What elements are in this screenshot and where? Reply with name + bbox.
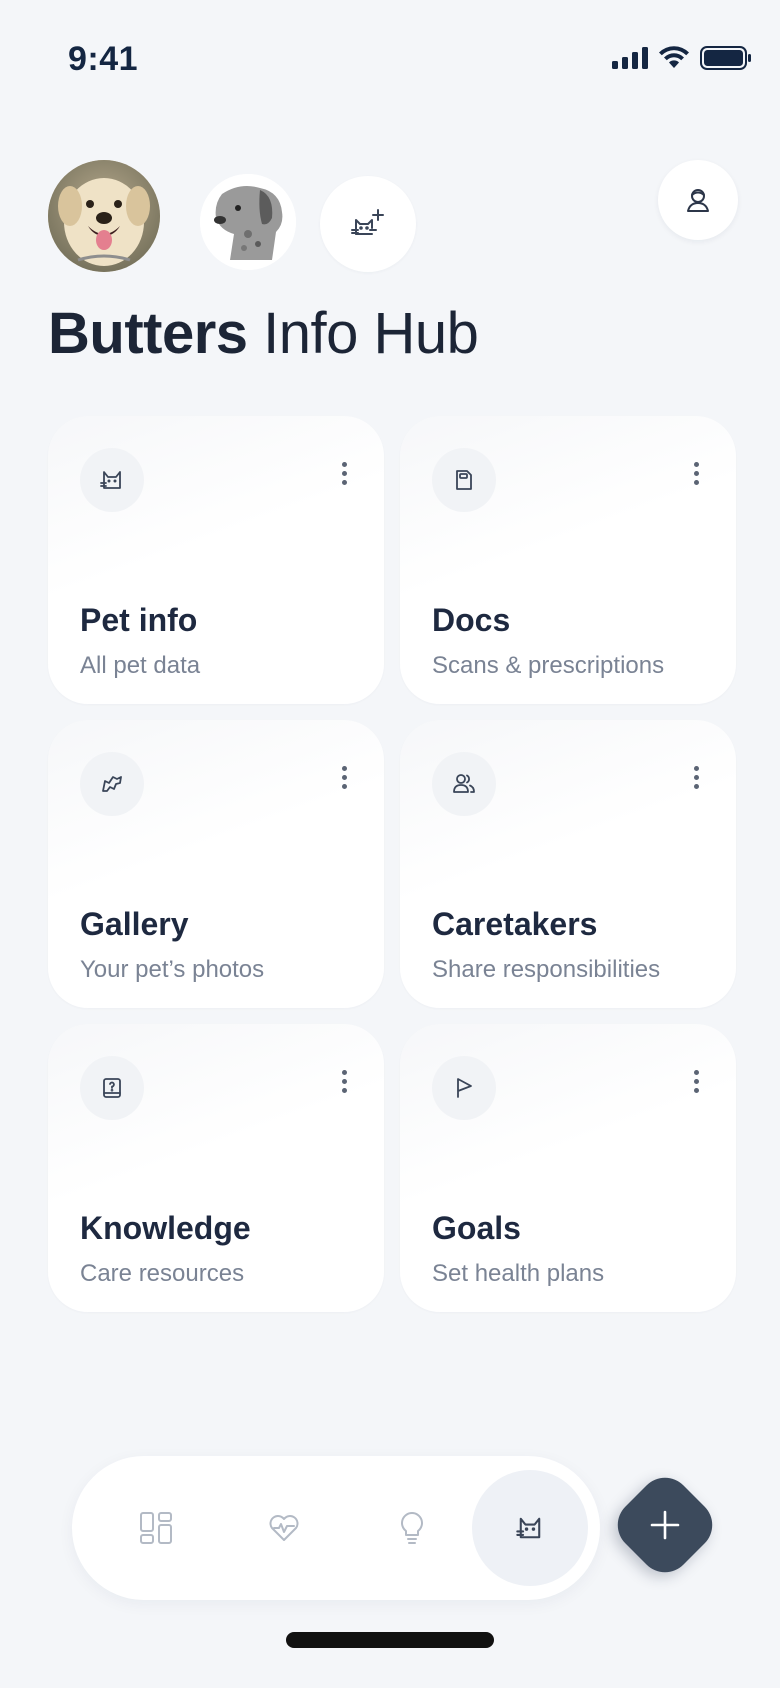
cat-plus-icon [351, 209, 384, 235]
card-docs[interactable]: Docs Scans & prescriptions [400, 416, 736, 704]
card-subtitle: Your pet’s photos [80, 956, 265, 983]
dashboard-icon [140, 1512, 172, 1544]
card-menu-button[interactable] [686, 460, 706, 500]
card-menu-button[interactable] [334, 460, 354, 500]
battery-icon [700, 46, 751, 70]
card-title: Knowledge [80, 1210, 251, 1246]
page-title-pet-name: Butters [48, 301, 248, 366]
card-menu-button[interactable] [686, 764, 706, 804]
status-time: 9:41 [68, 40, 139, 78]
card-caretakers[interactable]: Caretakers Share responsibilities [400, 720, 736, 1008]
page-title-suffix: Info Hub [263, 301, 479, 366]
book-question-icon [103, 1078, 121, 1098]
lightbulb-icon [401, 1512, 423, 1544]
status-bar: 9:41 [0, 0, 780, 124]
card-goals[interactable]: Goals Set health plans [400, 1024, 736, 1312]
pet-avatar-second[interactable] [200, 174, 296, 270]
nav-item-dashboard[interactable] [98, 1470, 214, 1586]
add-fab-button[interactable] [607, 1467, 723, 1583]
card-menu-button[interactable] [686, 1068, 706, 1108]
card-menu-button[interactable] [334, 1068, 354, 1108]
card-icon-container [80, 752, 144, 816]
card-icon-container [432, 1056, 496, 1120]
bottom-nav [72, 1456, 600, 1600]
card-subtitle: Share responsibilities [432, 956, 661, 983]
wifi-icon [659, 46, 689, 68]
nav-item-pet[interactable] [472, 1470, 588, 1586]
heart-pulse-icon [269, 1515, 299, 1541]
cat-icon [516, 1517, 541, 1539]
page-title: Butters Info Hub [48, 300, 479, 367]
dog-icon [102, 776, 122, 792]
card-icon-container [80, 448, 144, 512]
card-icon-container [432, 752, 496, 816]
home-indicator [286, 1632, 494, 1648]
pet-avatar-butters[interactable] [48, 160, 160, 272]
card-title: Pet info [80, 602, 198, 638]
document-icon [456, 470, 472, 490]
card-subtitle: All pet data [80, 652, 201, 679]
card-title: Docs [432, 602, 511, 638]
card-pet-info[interactable]: Pet info All pet data [48, 416, 384, 704]
signal-icon [612, 47, 648, 69]
labrador-photo [48, 160, 160, 272]
pets-row [48, 160, 738, 280]
card-icon-container [432, 448, 496, 512]
card-subtitle: Scans & prescriptions [432, 652, 665, 679]
card-title: Caretakers [432, 906, 598, 942]
cat-icon [100, 471, 121, 489]
add-pet-button[interactable] [320, 176, 416, 272]
plus-icon [650, 1510, 680, 1540]
card-title: Gallery [80, 906, 189, 942]
card-knowledge[interactable]: Knowledge Care resources [48, 1024, 384, 1312]
flag-icon [457, 1078, 472, 1098]
status-icons [612, 46, 752, 70]
card-gallery[interactable]: Gallery Your pet’s photos [48, 720, 384, 1008]
nav-item-tips[interactable] [354, 1470, 470, 1586]
people-icon [453, 774, 475, 793]
card-subtitle: Care resources [80, 1260, 245, 1287]
card-menu-button[interactable] [334, 764, 354, 804]
profile-button[interactable] [658, 160, 738, 240]
card-grid: Pet info All pet data Docs Scans & presc… [48, 416, 736, 1312]
dog-photo-grayscale [200, 174, 296, 270]
nav-item-health[interactable] [226, 1470, 342, 1586]
card-subtitle: Set health plans [432, 1260, 605, 1287]
card-title: Goals [432, 1210, 521, 1246]
card-icon-container [80, 1056, 144, 1120]
user-icon [687, 189, 709, 212]
